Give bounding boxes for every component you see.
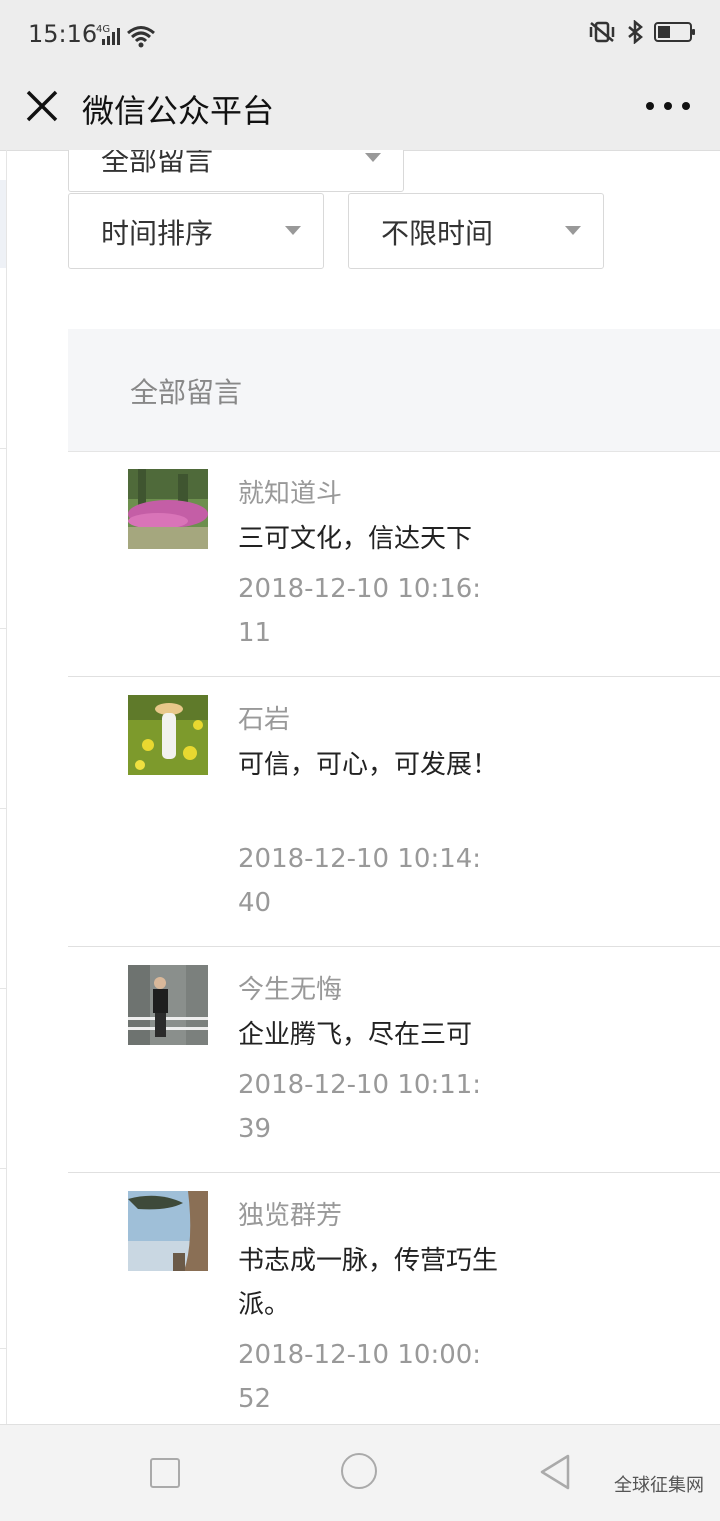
- status-bar: 15:16 4G: [0, 0, 720, 70]
- left-divider: [0, 1168, 7, 1169]
- avatar[interactable]: [128, 469, 208, 549]
- comment-text: 三可文化，信达天下: [238, 524, 473, 554]
- wifi-icon: [127, 26, 155, 48]
- more-button[interactable]: [646, 96, 690, 116]
- comment-item: 今生无悔 企业腾飞，尽在三可 2018-12-10 10:11:39: [68, 947, 720, 1173]
- back-button[interactable]: [538, 1453, 572, 1491]
- comment-author: 今生无悔: [238, 975, 343, 1005]
- system-nav-bar: 全球征集网: [0, 1424, 720, 1521]
- category-select[interactable]: 全部留言: [68, 150, 404, 192]
- section-title: 全部留言: [130, 376, 243, 409]
- battery-icon: [654, 22, 695, 42]
- section-header: 全部留言: [68, 329, 720, 452]
- comment-item: 就知道斗 三可文化，信达天下 2018-12-10 10:16:11: [68, 451, 720, 677]
- more-dot-icon: [682, 102, 690, 110]
- comments-page: 全部留言 时间排序 不限时间 全部留言 就知道斗 三可文化，信达天下 2018-…: [0, 150, 720, 1424]
- recent-apps-button[interactable]: [150, 1458, 180, 1488]
- avatar-sky-tree-image: [128, 1191, 208, 1271]
- left-divider: [0, 808, 7, 809]
- time-range-select-value: 不限时间: [381, 217, 494, 250]
- comment-text: 书志成一脉，传营巧生派。: [238, 1246, 499, 1320]
- chevron-down-icon: [285, 226, 301, 235]
- comment-author: 就知道斗: [238, 479, 343, 509]
- left-divider: [0, 988, 7, 989]
- comment-author: 独览群芳: [238, 1201, 343, 1231]
- avatar-flower-garden-image: [128, 469, 208, 549]
- page-title: 微信公众平台: [82, 92, 275, 130]
- watermark: 全球征集网: [614, 1475, 704, 1496]
- chevron-down-icon: [365, 153, 381, 162]
- status-time: 15:16: [28, 20, 98, 48]
- avatar-field-person-image: [128, 695, 208, 775]
- left-panel-edge: [6, 150, 7, 1424]
- comment-text: 可信，可心，可发展！: [238, 750, 499, 780]
- chevron-down-icon: [565, 226, 581, 235]
- left-divider: [0, 448, 7, 449]
- left-panel-highlight: [0, 180, 6, 268]
- sort-select[interactable]: 时间排序: [68, 193, 324, 269]
- avatar[interactable]: [128, 1191, 208, 1271]
- left-divider: [0, 1348, 7, 1349]
- nav-bar: 微信公众平台: [0, 70, 720, 151]
- comment-time: 2018-12-10 10:16:11: [238, 574, 482, 648]
- left-divider: [0, 628, 7, 629]
- more-dot-icon: [664, 102, 672, 110]
- avatar-mountain-person-image: [128, 965, 208, 1045]
- vibrate-icon: [589, 21, 615, 43]
- comment-time: 2018-12-10 10:14:40: [238, 844, 482, 918]
- comment-text: 企业腾飞，尽在三可: [238, 1020, 473, 1050]
- more-dot-icon: [646, 102, 654, 110]
- comment-author: 石岩: [238, 705, 291, 735]
- home-button[interactable]: [341, 1453, 377, 1489]
- comment-item: 独览群芳 书志成一脉，传营巧生派。 2018-12-10 10:00:52: [68, 1173, 720, 1424]
- signal-icon: [102, 28, 120, 45]
- sort-select-value: 时间排序: [101, 217, 214, 250]
- comment-time: 2018-12-10 10:00:52: [238, 1340, 482, 1414]
- close-button[interactable]: [22, 86, 62, 126]
- time-range-select[interactable]: 不限时间: [348, 193, 604, 269]
- comment-item: 石岩 可信，可心，可发展！ 2018-12-10 10:14:40: [68, 677, 720, 947]
- avatar[interactable]: [128, 695, 208, 775]
- comment-time: 2018-12-10 10:11:39: [238, 1070, 482, 1144]
- category-select-value: 全部留言: [101, 150, 214, 177]
- avatar[interactable]: [128, 965, 208, 1045]
- bluetooth-icon: [628, 20, 643, 44]
- close-icon: [26, 90, 58, 122]
